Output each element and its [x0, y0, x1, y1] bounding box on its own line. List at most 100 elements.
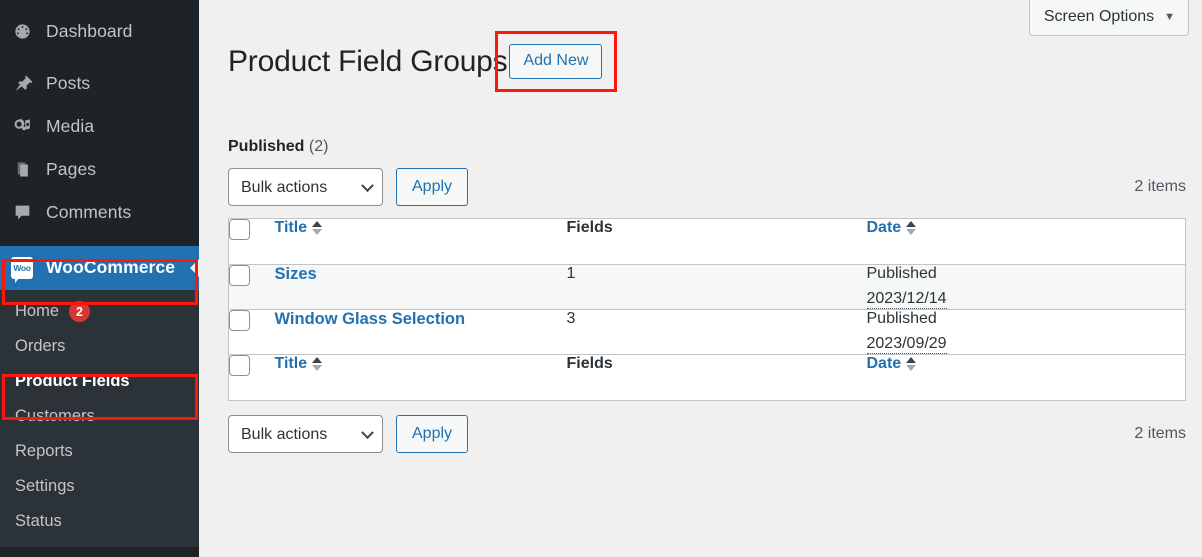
table-row: Window Glass Selection 3 Published 2023/… [228, 310, 1186, 355]
table-header-row: Title Fields Date [228, 219, 1186, 265]
woocommerce-submenu: Home 2 Orders Product Fields Customers R… [0, 290, 199, 547]
pages-icon [11, 159, 33, 181]
submenu-item-label: Customers [15, 407, 95, 425]
home-count-badge: 2 [69, 301, 91, 322]
status-filter-label: Published [228, 138, 305, 156]
column-footer-title: Title [275, 355, 567, 401]
sort-title-link-top[interactable]: Title [275, 219, 323, 237]
table-head: Title Fields Date [228, 219, 1186, 265]
sidebar-item-comments[interactable]: Comments [0, 191, 199, 234]
status-filter[interactable]: Published (2) [228, 138, 1202, 156]
row-status-label: Published [866, 310, 937, 328]
add-new-wrapper: Add New [495, 31, 618, 92]
table-body: Sizes 1 Published 2023/12/14 Window Glas… [228, 264, 1186, 355]
select-all-checkbox-bottom[interactable] [229, 355, 250, 377]
row-fields-cell: 3 [566, 310, 576, 328]
column-date-label: Date [866, 355, 902, 373]
submenu-item-label: Settings [15, 477, 75, 495]
bulk-actions-wrapper: Bulk actions [228, 168, 383, 207]
sidebar-primary-menu: Dashboard Posts Media Pages Comments Woo… [0, 0, 199, 547]
sidebar-item-dashboard[interactable]: Dashboard [0, 10, 199, 53]
submenu-item-label: Home [15, 302, 60, 320]
sidebar-item-settings[interactable]: Settings [0, 469, 199, 504]
sort-arrows-icon [312, 221, 323, 236]
sidebar-item-woocommerce[interactable]: Woo WooCommerce [0, 246, 199, 290]
sort-date-link-bottom[interactable]: Date [867, 355, 917, 373]
wordpress-admin-screen: Dashboard Posts Media Pages Comments Woo… [0, 0, 1202, 557]
sidebar-item-home[interactable]: Home 2 [0, 294, 199, 329]
bulk-actions-select-bottom[interactable]: Bulk actions [228, 415, 383, 454]
sidebar-item-status[interactable]: Status [0, 504, 199, 539]
column-footer-date: Date [867, 355, 1186, 401]
sidebar-item-media[interactable]: Media [0, 105, 199, 148]
submenu-item-label: Status [15, 512, 62, 530]
row-select-cell [229, 310, 275, 355]
apply-button-bottom[interactable]: Apply [396, 415, 469, 454]
field-groups-table: Title Fields Date Sizes 1 Published 2023… [228, 218, 1186, 402]
sidebar-item-label: Comments [46, 201, 132, 222]
sidebar-item-label: Media [46, 115, 95, 136]
main-content: Screen Options ▼ Product Field Groups Ad… [199, 0, 1202, 557]
row-title-link[interactable]: Sizes [275, 265, 317, 283]
sidebar-item-customers[interactable]: Customers [0, 399, 199, 434]
sidebar-item-label: Dashboard [46, 20, 133, 41]
column-fields-label: Fields [566, 355, 613, 373]
add-new-button[interactable]: Add New [509, 44, 603, 79]
bulk-actions-select-top[interactable]: Bulk actions [228, 168, 383, 207]
sidebar-item-product-fields[interactable]: Product Fields [0, 364, 199, 399]
row-status-label: Published [866, 265, 937, 283]
sidebar-divider [0, 234, 199, 243]
submenu-item-label: Product Fields [15, 372, 130, 390]
tablenav-top: Bulk actions Apply 2 items [228, 168, 1186, 207]
list-table-area: Published (2) Bulk actions Apply 2 items [199, 138, 1202, 454]
table-row: Sizes 1 Published 2023/12/14 [228, 264, 1186, 310]
row-checkbox[interactable] [229, 310, 250, 332]
tablenav-bottom: Bulk actions Apply 2 items [228, 415, 1186, 454]
media-icon [11, 116, 33, 138]
row-title-link[interactable]: Window Glass Selection [275, 310, 466, 328]
active-arrow-icon [190, 259, 199, 277]
column-header-title: Title [275, 219, 567, 265]
select-all-footer [229, 355, 275, 401]
comments-icon [11, 202, 33, 224]
row-select-cell [229, 265, 275, 310]
sidebar-item-label: Pages [46, 158, 97, 179]
row-checkbox[interactable] [229, 265, 250, 287]
row-title-cell: Sizes [275, 265, 567, 310]
column-header-fields: Fields [567, 219, 867, 265]
sidebar-item-orders[interactable]: Orders [0, 329, 199, 364]
sort-arrows-icon [312, 357, 323, 372]
dashboard-icon [11, 21, 33, 43]
row-date-cell: Published 2023/09/29 [866, 310, 1186, 355]
select-all-header [229, 219, 275, 265]
row-fields-cell: 1 [566, 265, 576, 283]
sort-title-link-bottom[interactable]: Title [275, 355, 323, 373]
row-date-value: 2023/12/14 [866, 290, 947, 310]
submenu-item-label: Orders [15, 337, 66, 355]
bulk-actions-wrapper: Bulk actions [228, 415, 383, 454]
sort-date-link-top[interactable]: Date [867, 219, 917, 237]
table-footer-row: Title Fields Date [228, 354, 1186, 401]
page-header: Product Field Groups Add New [199, 0, 1202, 101]
pin-icon [11, 73, 33, 95]
sort-arrows-icon [906, 357, 917, 372]
column-footer-fields: Fields [567, 355, 867, 401]
woo-icon: Woo [11, 257, 33, 283]
sidebar-item-reports[interactable]: Reports [0, 434, 199, 469]
select-all-checkbox-top[interactable] [229, 219, 250, 241]
table-foot: Title Fields Date [228, 354, 1186, 401]
sidebar-divider [0, 53, 199, 62]
row-title-cell: Window Glass Selection [275, 310, 567, 355]
submenu-item-label: Reports [15, 442, 73, 460]
woo-icon-label: Woo [13, 262, 31, 273]
sidebar-item-posts[interactable]: Posts [0, 62, 199, 105]
status-filter-count: (2) [308, 138, 329, 156]
sidebar-item-pages[interactable]: Pages [0, 148, 199, 191]
sort-arrows-icon [906, 221, 917, 236]
column-title-label: Title [274, 355, 308, 373]
sidebar-item-label: Posts [46, 72, 91, 93]
apply-button-top[interactable]: Apply [396, 168, 469, 207]
sidebar-item-label: WooCommerce [46, 257, 176, 278]
column-header-date: Date [867, 219, 1186, 265]
item-count-bottom: 2 items [1134, 425, 1186, 443]
